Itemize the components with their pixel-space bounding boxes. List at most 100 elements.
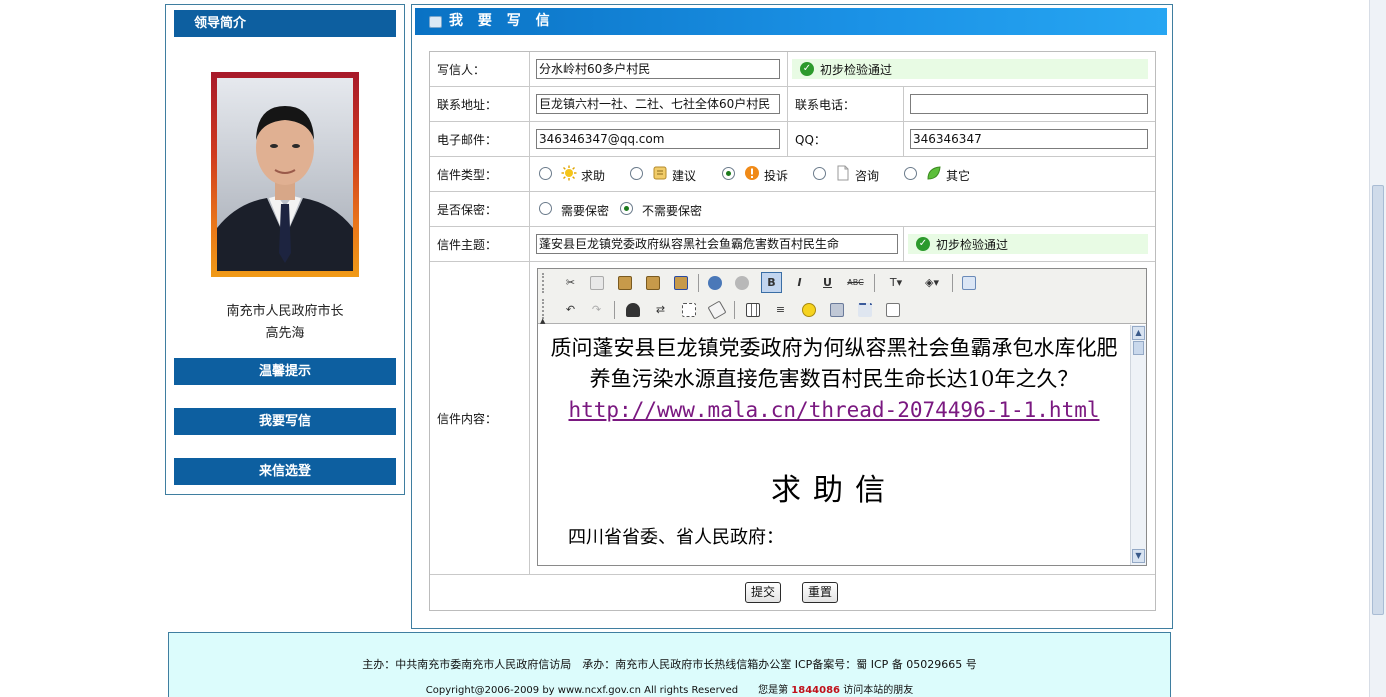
check-icon: ✓ bbox=[800, 62, 814, 76]
paste-word-icon[interactable] bbox=[670, 272, 691, 293]
row-content: 信件内容： ▲ ✂ B I U ABC T▾ ◈▾ ↶ ↷ ⇄ ≡ 质问蓬安县巨… bbox=[430, 262, 1155, 575]
page-scrollbar-thumb[interactable] bbox=[1372, 185, 1384, 615]
subject-input[interactable]: 蓬安县巨龙镇党委政府纵容黑社会鱼霸危害数百村民生命 bbox=[536, 234, 898, 254]
page-scrollbar[interactable] bbox=[1369, 0, 1386, 697]
editor-content[interactable]: 质问蓬安县巨龙镇党委政府为何纵容黑社会鱼霸承包水库化肥养鱼污染水源直接危害数百村… bbox=[538, 325, 1130, 565]
collapse-toolbar-icon[interactable]: ▲ bbox=[540, 317, 545, 325]
subject-check-text: 初步检验通过 bbox=[936, 237, 1009, 252]
sidebar-button-write-letter[interactable]: 我要写信 bbox=[174, 408, 396, 435]
content-link[interactable]: http://www.mala.cn/thread-2074496-1-1.ht… bbox=[568, 398, 1099, 422]
letter-form: 写信人： 分水岭村60多户村民 ✓ 初步检验通过 联系地址： 巨龙镇六村一社、二… bbox=[429, 51, 1156, 611]
email-input[interactable]: 346346347@qq.com bbox=[536, 129, 780, 149]
replace-icon[interactable]: ⇄ bbox=[650, 299, 671, 320]
content-paragraph: 质问蓬安县巨龙镇党委政府为何纵容黑社会鱼霸承包水库化肥养鱼污染水源直接危害数百村… bbox=[546, 333, 1122, 426]
email-cell: 346346347@qq.com bbox=[530, 122, 788, 156]
content-greeting: 四川省省委、省人民政府： bbox=[568, 527, 784, 548]
submit-button[interactable]: 提交 bbox=[745, 582, 781, 603]
writer-input[interactable]: 分水岭村60多户村民 bbox=[536, 59, 780, 79]
check-icon: ✓ bbox=[916, 237, 930, 251]
smiley-icon[interactable] bbox=[798, 299, 819, 320]
redo-icon[interactable]: ↷ bbox=[586, 299, 607, 320]
preview-icon[interactable] bbox=[882, 299, 903, 320]
site-footer: 主办：中共南充市委南充市人民政府信访局 承办：南充市人民政府市长热线信箱办公室 … bbox=[168, 632, 1171, 697]
cut-icon[interactable]: ✂ bbox=[560, 272, 581, 293]
sidebar-button-tips[interactable]: 温馨提示 bbox=[174, 358, 396, 385]
row-confidential: 是否保密： 需要保密 不需要保密 bbox=[430, 192, 1155, 227]
rich-text-editor: ▲ ✂ B I U ABC T▾ ◈▾ ↶ ↷ ⇄ ≡ 质问蓬安县巨龙镇党委政府… bbox=[537, 268, 1147, 566]
paste-text-icon[interactable] bbox=[642, 272, 663, 293]
subject-cell: 蓬安县巨龙镇党委政府纵容黑社会鱼霸危害数百村民生命 bbox=[530, 227, 904, 261]
link-icon[interactable] bbox=[704, 272, 725, 293]
letter-icon bbox=[429, 16, 442, 28]
writer-check: ✓ 初步检验通过 bbox=[792, 59, 1148, 79]
type-radio-suggest[interactable] bbox=[630, 167, 643, 180]
toolbar-separator bbox=[698, 274, 699, 292]
visitor-suffix: 访问本站的朋友 bbox=[843, 685, 914, 696]
secret-label-yes: 需要保密 bbox=[561, 204, 610, 218]
special-char-icon[interactable] bbox=[826, 299, 847, 320]
type-radio-help[interactable] bbox=[539, 167, 552, 180]
copy-icon[interactable] bbox=[586, 272, 607, 293]
scroll-down-icon[interactable]: ▼ bbox=[1132, 549, 1145, 563]
sun-icon bbox=[561, 165, 577, 181]
form-buttons: 提交 重置 bbox=[430, 575, 1155, 611]
address-input[interactable]: 巨龙镇六村一社、二社、七社全体60户村民 bbox=[536, 94, 780, 114]
horizontal-rule-icon[interactable]: ≡ bbox=[770, 299, 791, 320]
phone-input[interactable] bbox=[910, 94, 1148, 114]
type-radio-inquiry[interactable] bbox=[813, 167, 826, 180]
eraser-icon[interactable] bbox=[706, 299, 727, 320]
type-label-inquiry: 咨询 bbox=[855, 169, 880, 183]
type-radio-complaint[interactable] bbox=[722, 167, 735, 180]
toolbar-separator bbox=[734, 301, 735, 319]
visitor-count: 1844086 bbox=[791, 685, 841, 696]
scrollbar-thumb[interactable] bbox=[1133, 341, 1144, 355]
panel-header: 我 要 写 信 bbox=[415, 8, 1167, 35]
footer-copyright: Copyright@2006-2009 by www.ncxf.gov.cn A… bbox=[169, 681, 1170, 696]
reset-button[interactable]: 重置 bbox=[802, 582, 838, 603]
row-subject: 信件主题： 蓬安县巨龙镇党委政府纵容黑社会鱼霸危害数百村民生命 ✓ 初步检验通过 bbox=[430, 227, 1155, 262]
row-address: 联系地址： 巨龙镇六村一社、二社、七社全体60户村民 联系电话： bbox=[430, 87, 1155, 122]
background-color-icon[interactable]: ◈▾ bbox=[916, 272, 948, 293]
select-all-icon[interactable] bbox=[678, 299, 699, 320]
toolbar-grip bbox=[542, 273, 546, 293]
content-title: 求助信 bbox=[771, 473, 897, 508]
secret-radio-yes[interactable] bbox=[539, 202, 552, 215]
document-icon bbox=[837, 165, 849, 181]
paste-icon[interactable] bbox=[614, 272, 635, 293]
strikethrough-button[interactable]: ABC bbox=[845, 272, 866, 293]
address-label: 联系地址： bbox=[430, 87, 530, 121]
sidebar-button-selected-letters[interactable]: 来信选登 bbox=[174, 458, 396, 485]
editor-scrollbar[interactable]: ▲ ▼ bbox=[1130, 325, 1146, 565]
page-break-icon[interactable] bbox=[854, 299, 875, 320]
email-label: 电子邮件： bbox=[430, 122, 530, 156]
undo-icon[interactable]: ↶ bbox=[560, 299, 581, 320]
type-label-other: 其它 bbox=[946, 169, 971, 183]
writer-cell: 分水岭村60多户村民 bbox=[530, 52, 788, 86]
writer-check-text: 初步检验通过 bbox=[820, 62, 893, 77]
letter-type-label: 信件类型： bbox=[430, 157, 530, 191]
qq-input[interactable]: 346346347 bbox=[910, 129, 1148, 149]
table-icon[interactable] bbox=[742, 299, 763, 320]
leader-portrait-image bbox=[217, 78, 353, 271]
text-color-icon[interactable]: T▾ bbox=[880, 272, 912, 293]
secret-label-no: 不需要保密 bbox=[642, 204, 703, 218]
leader-name: 高先海 bbox=[265, 326, 305, 341]
writer-label: 写信人： bbox=[430, 52, 530, 86]
underline-button[interactable]: U bbox=[817, 272, 838, 293]
phone-label: 联系电话： bbox=[788, 87, 904, 121]
find-icon[interactable] bbox=[622, 299, 643, 320]
leader-sidebar: 领导简介 南充市人民政府市长 高先海 温馨提示 我要写信 来信选登 bbox=[165, 4, 405, 495]
italic-button[interactable]: I bbox=[789, 272, 810, 293]
unlink-icon[interactable] bbox=[731, 272, 752, 293]
editor-toolbar: ▲ ✂ B I U ABC T▾ ◈▾ ↶ ↷ ⇄ ≡ bbox=[538, 269, 1146, 325]
scroll-up-icon[interactable]: ▲ bbox=[1132, 326, 1145, 340]
bold-button[interactable]: B bbox=[761, 272, 782, 293]
leader-photo-frame bbox=[211, 72, 359, 277]
secret-radio-no[interactable] bbox=[620, 202, 633, 215]
source-view-icon[interactable] bbox=[958, 272, 979, 293]
write-letter-panel: 我 要 写 信 写信人： 分水岭村60多户村民 ✓ 初步检验通过 联系地址： 巨… bbox=[411, 4, 1173, 629]
subject-label: 信件主题： bbox=[430, 227, 530, 261]
toolbar-grip bbox=[542, 299, 546, 319]
type-radio-other[interactable] bbox=[904, 167, 917, 180]
qq-label: QQ： bbox=[788, 122, 904, 156]
